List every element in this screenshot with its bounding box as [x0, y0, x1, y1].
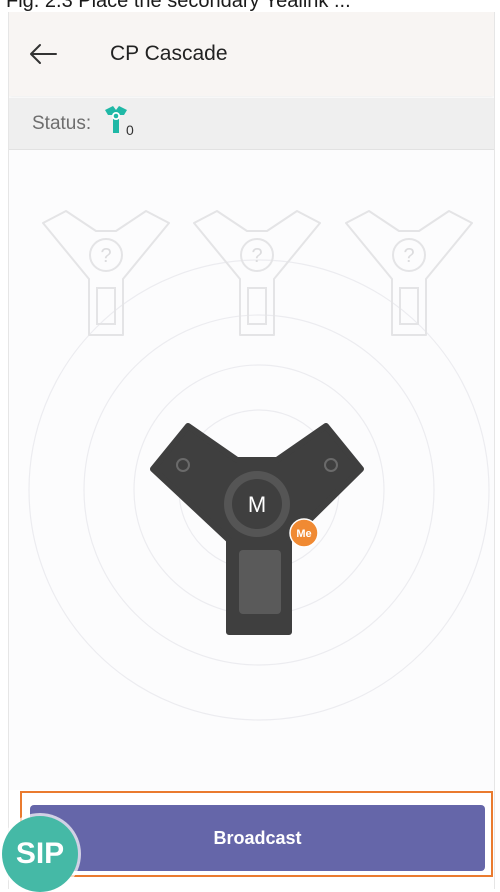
broadcast-highlight: Broadcast: [20, 791, 493, 877]
unknown-device-label: ?: [251, 245, 262, 267]
page-title: CP Cascade: [110, 42, 228, 65]
sip-watermark: SIP: [2, 816, 78, 892]
back-button[interactable]: [25, 36, 61, 72]
unknown-device-label: ?: [100, 245, 111, 267]
cascade-canvas: ? ? ? M Me: [28, 210, 490, 721]
app-header: CP Cascade: [9, 12, 494, 96]
status-label: Status:: [32, 113, 92, 134]
status-bar: Status: 0: [9, 98, 494, 150]
app-screen: CP Cascade Status: 0 ? ? ? M Me Broadcas…: [8, 12, 495, 889]
main-device[interactable]: M: [150, 423, 364, 635]
status-count: 0: [126, 122, 134, 138]
arrow-left-icon: [30, 44, 57, 64]
cropped-caption: Fig. 2.3 Place the secondary Yealink ...: [0, 0, 500, 12]
unknown-device-1[interactable]: ?: [42, 210, 170, 336]
me-badge: Me: [289, 518, 319, 548]
broadcast-button[interactable]: Broadcast: [30, 805, 485, 871]
cropped-caption-text: Fig. 2.3 Place the secondary Yealink ...: [6, 0, 351, 12]
main-device-label: M: [248, 492, 266, 517]
unknown-device-label: ?: [403, 245, 414, 267]
unknown-device-2[interactable]: ?: [193, 210, 321, 336]
me-badge-label: Me: [296, 528, 311, 540]
cascade-stage: ? ? ? M Me: [9, 150, 494, 790]
